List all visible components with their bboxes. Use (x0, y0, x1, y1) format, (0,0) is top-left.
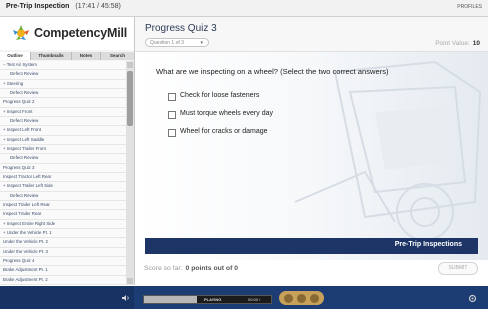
outline-item[interactable]: + Inspect Left Saddle (0, 136, 126, 145)
outline-item[interactable]: Under the Vehicle Pt. 2 (0, 238, 126, 248)
outline-item[interactable]: Defect Review (0, 192, 126, 201)
answer-label: Check for loose fasteners (180, 92, 260, 99)
question-selector[interactable]: Question 1 of 3 ▾ (145, 38, 209, 47)
answer-checkbox[interactable] (168, 93, 176, 101)
outline-item[interactable]: + Inspect Trailer Left Side (0, 182, 126, 192)
outline-item[interactable]: + Inspect Entire Right Side (0, 220, 126, 229)
course-name: Pre-Trip Inspection (6, 3, 70, 10)
volume-icon[interactable] (122, 294, 130, 302)
logo: CompetencyMill (0, 17, 134, 50)
outline-scrollbar[interactable] (126, 61, 134, 285)
tab-outline[interactable]: Outline (0, 52, 31, 60)
outline-item[interactable]: Brake Adjustment Pt. 2 (0, 276, 126, 285)
quiz-header: Progress Quiz 3 Question 1 of 3 ▾ Point … (135, 17, 488, 52)
outline-item[interactable]: Under the Vehicle Pt. 3 (0, 248, 126, 257)
logo-icon (13, 25, 29, 40)
player-bar: PLAYING 00:00 / (0, 286, 488, 309)
outline-list: − Test Air System Defect Review + Steering… (0, 61, 126, 285)
tab-thumbnails[interactable]: Thumbnails (31, 52, 72, 60)
question-body: What are we inspecting on a wheel? (Sele… (135, 52, 488, 260)
outline-item[interactable]: + Inspect Trailer Front (0, 145, 126, 155)
point-value-label: Point Value: (435, 40, 470, 47)
next-button[interactable] (310, 294, 319, 303)
score-display: Score so far: 0 points out of 0 (144, 265, 238, 272)
outline-item[interactable]: Inspect Trailer Left Rear (0, 201, 126, 211)
outline-item[interactable]: Inspect Tractor Left Rear (0, 173, 126, 183)
pause-button[interactable] (284, 294, 293, 303)
banner-text: Pre-Trip Inspections (394, 241, 462, 248)
progress-fill (144, 296, 198, 303)
scroll-up-button[interactable] (127, 62, 133, 68)
scroll-down-button[interactable] (127, 278, 133, 284)
playback-status: PLAYING (204, 297, 222, 302)
outline-item[interactable]: + Under the Vehicle Pt. 1 (0, 229, 126, 239)
outline-item[interactable]: Progress Quiz 2 (0, 98, 126, 108)
tab-search[interactable]: Search (101, 52, 134, 60)
outline-item[interactable]: Defect Review (0, 89, 126, 99)
playback-time: 00:00 / (248, 297, 261, 302)
sidebar-tabs: Outline Thumbnails Notes Search (0, 52, 134, 60)
course-title: Pre-Trip Inspection (17:41 / 45:58) (6, 3, 121, 10)
outline-item[interactable]: Inspect Trailer Rear (0, 210, 126, 220)
score-label: Score so far: (144, 265, 183, 272)
quiz-title: Progress Quiz 3 (145, 23, 217, 34)
outline-item[interactable]: Brake Adjustment Pt. 1 (0, 266, 126, 276)
logo-text: CompetencyMill (34, 26, 128, 40)
chevron-down-icon: ▾ (200, 40, 203, 46)
answer-label: Must torque wheels every day (180, 110, 273, 117)
settings-icon[interactable] (468, 294, 477, 303)
previous-button[interactable] (297, 294, 306, 303)
outline-item[interactable]: Defect Review (0, 154, 126, 164)
outline-item[interactable]: Progress Quiz 4 (0, 257, 126, 267)
profiles-link[interactable]: PROFILES (457, 4, 482, 10)
course-timer: (17:41 / 45:58) (75, 3, 121, 10)
question-selector-label: Question 1 of 3 (150, 40, 184, 46)
tab-notes[interactable]: Notes (72, 52, 101, 60)
app-window: Pre-Trip Inspection (17:41 / 45:58) PROF… (0, 0, 488, 309)
score-value: 0 points out of 0 (185, 265, 239, 272)
outline-item[interactable]: − Test Air System (0, 61, 126, 71)
sidebar: CompetencyMill Outline Thumbnails Notes … (0, 17, 135, 285)
outline-item[interactable]: + Inspect Front (0, 108, 126, 117)
question-text: What are we inspecting on a wheel? (Sele… (156, 67, 389, 76)
outline-item[interactable]: Progress Quiz 3 (0, 164, 126, 173)
answer-checkbox[interactable] (168, 111, 176, 119)
outline-item[interactable]: Defect Review (0, 70, 126, 80)
truck-background-illustration (135, 52, 488, 260)
player-bar-left (0, 286, 134, 309)
point-value: Point Value: 10 (435, 40, 480, 47)
scrollbar-thumb[interactable] (127, 71, 133, 126)
outline-item[interactable]: Defect Review (0, 117, 126, 127)
outline-item[interactable]: + Steering (0, 80, 126, 89)
quiz-panel: Progress Quiz 3 Question 1 of 3 ▾ Point … (135, 17, 488, 285)
outline-item[interactable]: + Inspect Left Front (0, 126, 126, 136)
playback-progress-bar[interactable]: PLAYING 00:00 / (143, 295, 272, 304)
answer-label: Wheel for cracks or damage (180, 128, 268, 135)
point-value-number: 10 (472, 40, 480, 47)
answer-checkbox[interactable] (168, 129, 176, 137)
submit-button[interactable]: SUBMIT (438, 262, 478, 275)
course-banner: Pre-Trip Inspections (145, 238, 478, 254)
playback-controls (279, 291, 324, 305)
title-bar: Pre-Trip Inspection (17:41 / 45:58) PROF… (0, 0, 488, 17)
